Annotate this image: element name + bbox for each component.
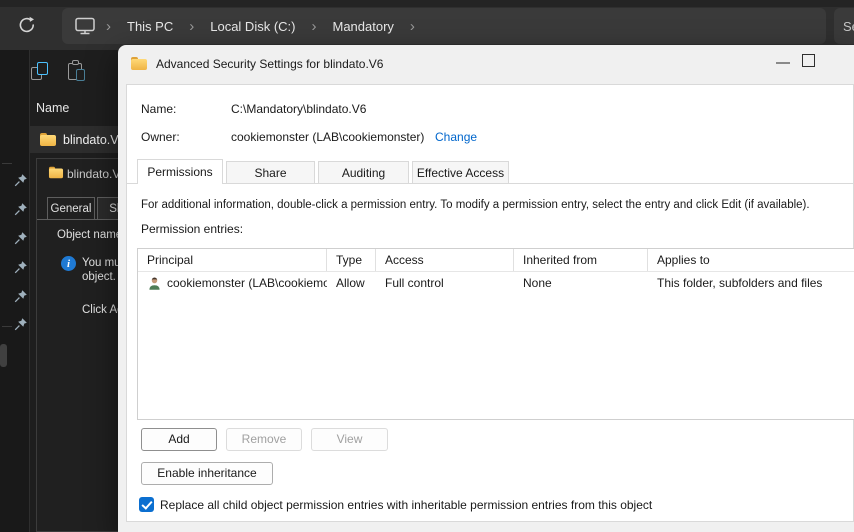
chevron-right-icon[interactable]: ›	[183, 18, 200, 35]
folder-icon	[40, 133, 56, 146]
refresh-icon[interactable]	[17, 15, 37, 35]
folder-icon	[131, 57, 147, 70]
change-owner-link[interactable]: Change	[435, 130, 477, 144]
info-text-line2: object.	[82, 271, 116, 283]
chevron-right-icon[interactable]: ›	[404, 18, 421, 35]
permissions-description: For additional information, double-click…	[141, 199, 810, 211]
pushpin-icon[interactable]	[13, 202, 28, 217]
paste-icon-doc	[76, 69, 85, 81]
search-input[interactable]: Sea	[834, 8, 854, 44]
table-row[interactable]: cookiemonster (LAB\cookiemo... Allow Ful…	[138, 272, 854, 294]
tab-share[interactable]: Share	[226, 161, 315, 183]
remove-button[interactable]: Remove	[226, 428, 302, 451]
pushpin-icon[interactable]	[13, 173, 28, 188]
owner-label: Owner:	[141, 130, 180, 144]
tab-auditing[interactable]: Auditing	[318, 161, 409, 183]
replace-child-permissions-label: Replace all child object permission entr…	[160, 498, 653, 512]
properties-dialog-title: blindato.V	[67, 167, 118, 181]
tab-divider	[37, 219, 118, 220]
maximize-button[interactable]	[802, 54, 815, 67]
breadcrumb-this-pc[interactable]: This PC	[117, 15, 183, 38]
folder-properties-dialog: blindato.V General Sha Object name i You…	[36, 158, 118, 532]
pushpin-icon[interactable]	[13, 260, 28, 275]
header-access[interactable]: Access	[376, 249, 514, 271]
window-top-edge	[0, 0, 854, 7]
header-applies-to[interactable]: Applies to	[648, 249, 854, 271]
dialog-body-panel: Name: C:\Mandatory\blindato.V6 Owner: co…	[126, 84, 854, 522]
column-header-name[interactable]: Name	[36, 101, 69, 115]
name-value: C:\Mandatory\blindato.V6	[231, 102, 367, 116]
user-icon	[149, 277, 160, 290]
tab-share[interactable]: Sha	[97, 197, 118, 219]
info-text-line1: You mus	[82, 257, 118, 269]
explorer-topbar: › This PC › Local Disk (C:) › Mandatory …	[0, 0, 854, 50]
cell-inherited-from: None	[523, 276, 552, 290]
dialog-titlebar[interactable]: Advanced Security Settings for blindato.…	[118, 45, 854, 82]
owner-value: cookiemonster (LAB\cookiemonster)	[231, 130, 425, 144]
info-icon: i	[61, 256, 76, 271]
cell-applies-to: This folder, subfolders and files	[657, 276, 823, 290]
tab-effective-access[interactable]: Effective Access	[412, 161, 509, 183]
cell-principal: cookiemonster (LAB\cookiemo...	[138, 272, 327, 294]
tab-permissions[interactable]: Permissions	[137, 159, 223, 184]
breadcrumb-local-disk[interactable]: Local Disk (C:)	[200, 15, 305, 38]
scrollbar-tick	[2, 326, 12, 327]
file-name-label: blindato.V6	[63, 132, 126, 147]
object-name-label: Object name	[57, 229, 118, 241]
principal-text: cookiemonster (LAB\cookiemo...	[167, 276, 327, 290]
enable-inheritance-button[interactable]: Enable inheritance	[141, 462, 273, 485]
tab-general[interactable]: General	[47, 197, 95, 219]
pushpin-icon[interactable]	[13, 231, 28, 246]
folder-icon	[48, 166, 64, 179]
navigation-pane	[0, 50, 30, 532]
this-pc-icon	[75, 17, 95, 35]
address-bar[interactable]: › This PC › Local Disk (C:) › Mandatory …	[62, 8, 826, 44]
header-principal[interactable]: Principal	[138, 249, 327, 271]
pushpin-icon[interactable]	[13, 317, 28, 332]
view-button[interactable]: View	[311, 428, 388, 451]
add-button[interactable]: Add	[141, 428, 217, 451]
chevron-right-icon: ›	[106, 17, 111, 35]
minimize-button[interactable]	[776, 62, 790, 64]
scrollbar-thumb[interactable]	[0, 344, 7, 367]
chevron-right-icon[interactable]: ›	[305, 18, 322, 35]
replace-child-permissions-checkbox[interactable]	[139, 497, 154, 512]
copy-icon[interactable]	[30, 62, 50, 82]
tabstrip-divider	[127, 183, 853, 184]
cell-type: Allow	[336, 276, 365, 290]
permission-entries-label: Permission entries:	[141, 222, 244, 236]
table-header-row: Principal Type Access Inherited from App…	[138, 249, 854, 272]
paste-icon-clip	[72, 60, 79, 65]
breadcrumb-mandatory[interactable]: Mandatory	[322, 15, 403, 38]
advanced-security-dialog: Advanced Security Settings for blindato.…	[118, 45, 854, 532]
click-add-text: Click Ad	[82, 304, 118, 316]
copy-icon-front	[37, 62, 48, 75]
cell-access: Full control	[385, 276, 444, 290]
header-type[interactable]: Type	[327, 249, 376, 271]
name-label: Name:	[141, 102, 177, 116]
paste-icon[interactable]	[68, 60, 88, 82]
header-inherited-from[interactable]: Inherited from	[514, 249, 648, 271]
scrollbar-tick	[2, 163, 12, 164]
permission-entries-table: Principal Type Access Inherited from App…	[137, 248, 854, 420]
dialog-title: Advanced Security Settings for blindato.…	[156, 56, 384, 71]
pushpin-icon[interactable]	[13, 289, 28, 304]
